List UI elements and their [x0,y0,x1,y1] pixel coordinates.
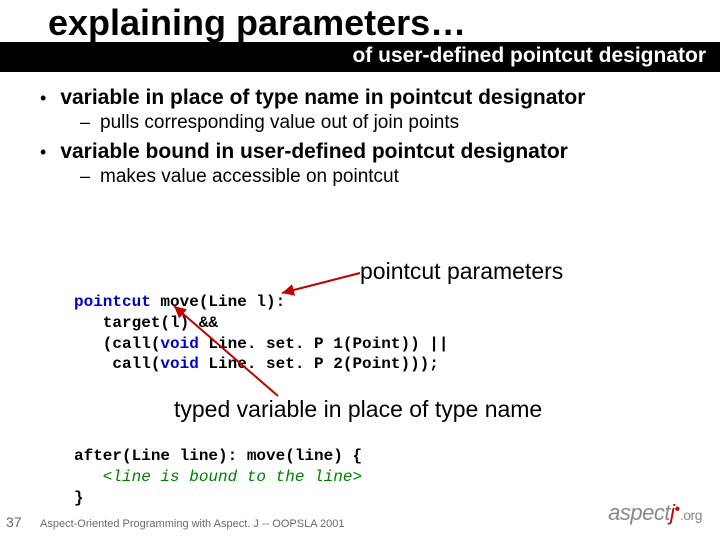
subbullet-2: – makes value accessible on pointcut [80,166,680,188]
slide-title: explaining parameters… [48,2,720,44]
slide-number: 37 [6,514,22,530]
title-block: explaining parameters… [0,0,720,44]
aspectj-logo: aspectj●.org [608,500,702,526]
keyword: void [160,355,198,373]
bullet-text: variable in place of type name in pointc… [60,86,585,110]
bullet-dot: • [40,88,46,109]
callout-typed-variable: typed variable in place of type name [174,396,542,423]
keyword: void [160,335,198,353]
code-text: (call( [74,335,160,353]
bullet-2: • variable bound in user-defined pointcu… [40,140,680,164]
code-text: Line. set. P 2(Point))); [199,355,439,373]
slide-subtitle: of user-defined pointcut designator [352,44,706,68]
bullet-1: • variable in place of type name in poin… [40,86,680,110]
footer-text: Aspect-Oriented Programming with Aspect.… [40,518,344,530]
bullet-dot: • [40,142,46,163]
code-text: } [74,489,84,507]
code-text: call( [74,355,160,373]
content-area: • variable in place of type name in poin… [0,72,720,188]
subbullet-text: pulls corresponding value out of join po… [100,112,459,134]
code-comment: <line is bound to the line> [74,468,362,486]
slide: explaining parameters… of user-defined p… [0,0,720,540]
code-text: target(l) && [74,314,218,332]
keyword: pointcut [74,293,151,311]
logo-org: .org [680,507,702,523]
bullet-dash: – [80,112,90,133]
code-block-after: after(Line line): move(line) { <line is … [74,446,362,508]
code-text: after(Line line): move(line) { [74,447,362,465]
callout-pointcut-params: pointcut parameters [360,258,563,285]
code-text: Line. set. P 1(Point)) || [199,335,449,353]
subbullet-1: – pulls corresponding value out of join … [80,112,680,134]
code-block-pointcut: pointcut move(Line l): target(l) && (cal… [74,292,448,375]
subbullet-text: makes value accessible on pointcut [100,166,399,188]
subtitle-bar: of user-defined pointcut designator [0,42,720,72]
bullet-dash: – [80,166,90,187]
code-text: move(Line l): [151,293,285,311]
bullet-text: variable bound in user-defined pointcut … [60,140,568,164]
logo-text: aspect [608,500,670,525]
